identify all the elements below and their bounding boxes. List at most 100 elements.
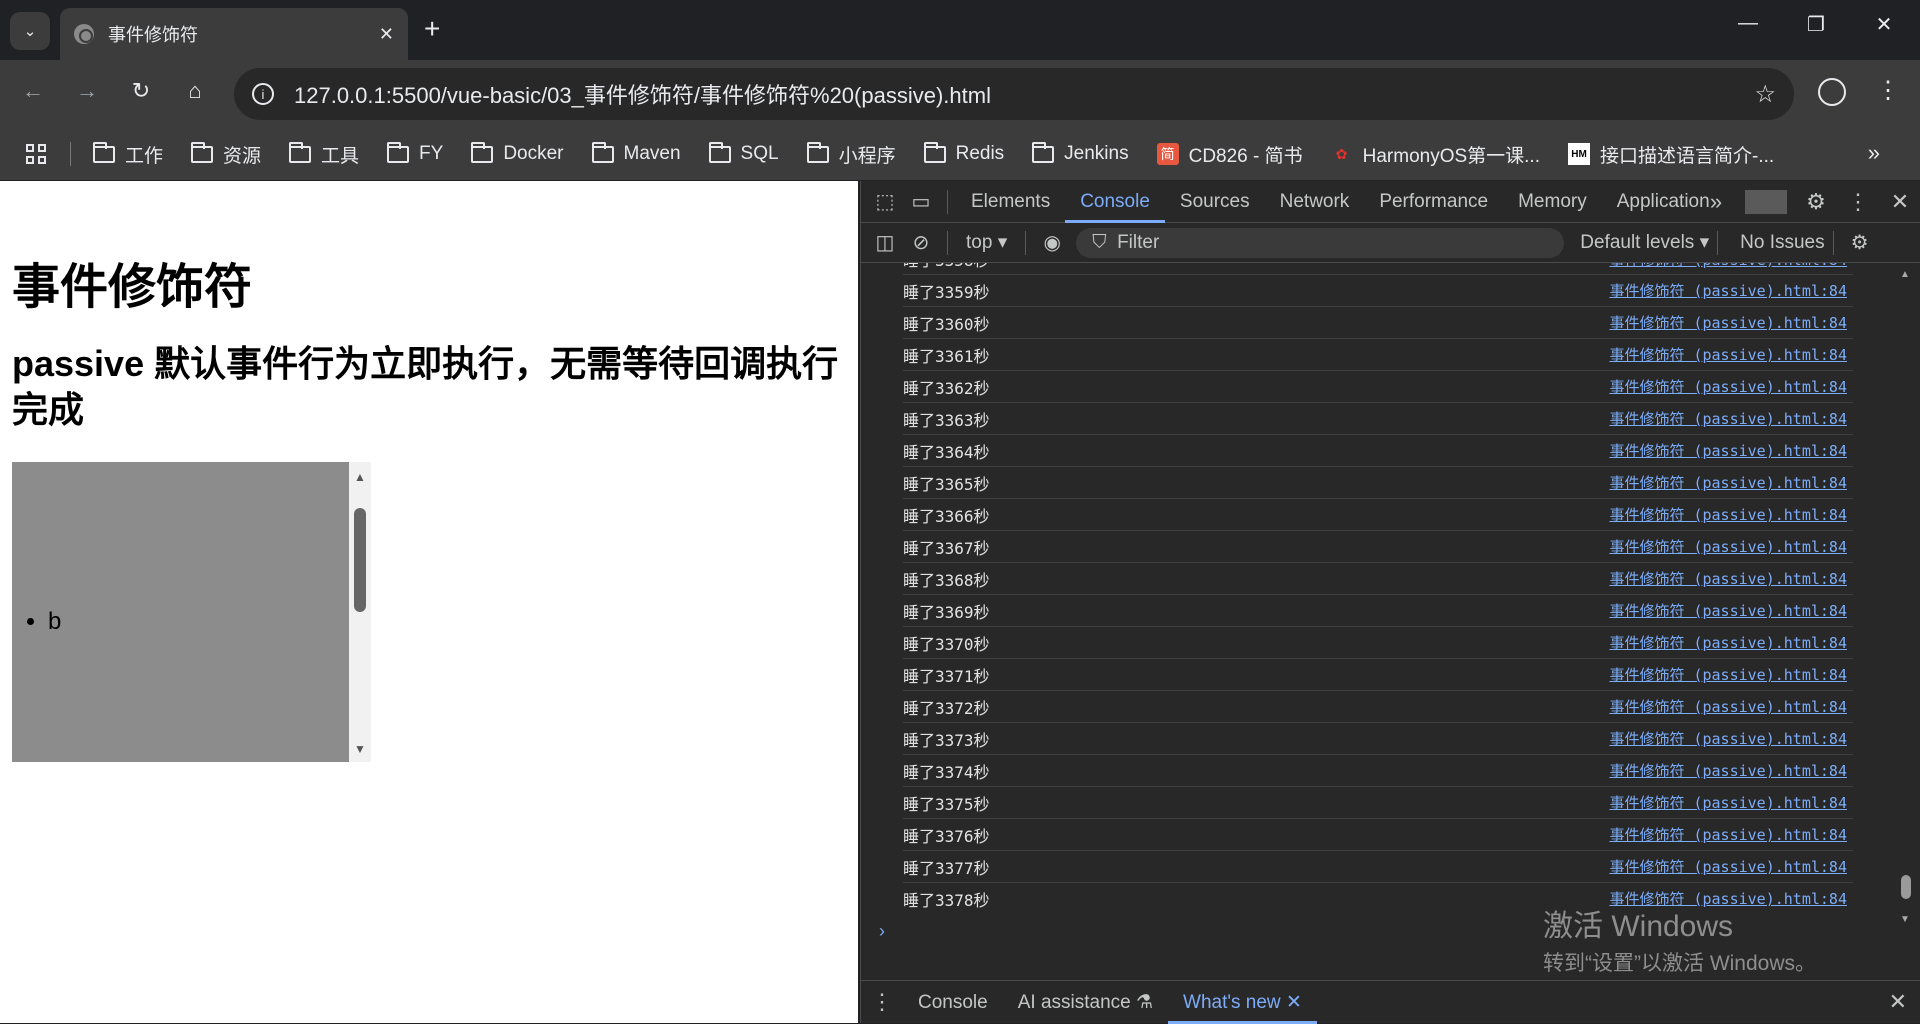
restore-icon[interactable]: ❐ [1796, 12, 1836, 37]
log-source-link[interactable]: 事件修饰符 (passive).html:84 [1609, 856, 1847, 877]
context-selector[interactable]: top ▾ [956, 231, 1017, 254]
log-source-link[interactable]: 事件修饰符 (passive).html:84 [1609, 344, 1847, 365]
tab-memory[interactable]: Memory [1503, 181, 1602, 223]
bookmark-folder[interactable]: Docker [471, 141, 564, 165]
log-source-link[interactable]: 事件修饰符 (passive).html:84 [1609, 696, 1847, 717]
url-text[interactable]: 127.0.0.1:5500/vue-basic/03_事件修饰符/事件修饰符%… [294, 78, 1754, 110]
console-filter-input[interactable]: ⛉ Filter [1076, 227, 1565, 258]
back-icon[interactable]: ← [18, 78, 48, 104]
console-settings-icon[interactable]: ⚙ [1842, 230, 1878, 255]
scrollbar-thumb[interactable] [354, 508, 366, 612]
browser-menu-icon[interactable]: ⋮ [1876, 76, 1900, 105]
log-source-link[interactable]: 事件修饰符 (passive).html:84 [1609, 472, 1847, 493]
console-row: 睡了3370秒 事件修饰符 (passive).html:84 [903, 627, 1853, 659]
bookmark-site[interactable]: ✿ HarmonyOS第一课... [1331, 141, 1540, 168]
issues-counter[interactable]: No Issues [1740, 232, 1824, 254]
tab-console[interactable]: Console [1065, 181, 1165, 223]
log-source-link[interactable]: 事件修饰符 (passive).html:84 [1609, 440, 1847, 461]
console-row: 睡了3374秒 事件修饰符 (passive).html:84 [903, 755, 1853, 787]
tab-network[interactable]: Network [1265, 181, 1365, 223]
more-bookmarks-icon[interactable]: » [1868, 140, 1880, 166]
bookmark-folder[interactable]: 工具 [289, 141, 359, 168]
close-tab-icon[interactable]: ✕ [379, 24, 394, 45]
list-scrollbar[interactable] [349, 462, 371, 762]
log-source-link[interactable]: 事件修饰符 (passive).html:84 [1609, 312, 1847, 333]
scroll-up-icon[interactable]: ▲ [1900, 269, 1910, 280]
divider [1025, 230, 1027, 255]
log-source-link[interactable]: 事件修饰符 (passive).html:84 [1609, 728, 1847, 749]
scrollable-list[interactable]: b [12, 462, 349, 762]
inspect-element-icon[interactable]: ⬚ [867, 189, 903, 214]
site-info-icon[interactable]: i [252, 83, 274, 105]
apps-grid-icon[interactable] [26, 144, 46, 164]
new-tab-plus-icon[interactable]: + [424, 14, 440, 44]
log-source-link[interactable]: 事件修饰符 (passive).html:84 [1609, 632, 1847, 653]
console-prompt-icon[interactable]: › [879, 921, 885, 942]
log-source-link[interactable]: 事件修饰符 (passive).html:84 [1609, 408, 1847, 429]
log-source-link[interactable]: 事件修饰符 (passive).html:84 [1609, 568, 1847, 589]
console-row: 睡了3364秒 事件修饰符 (passive).html:84 [903, 435, 1853, 467]
bookmark-star-icon[interactable]: ☆ [1754, 80, 1776, 109]
reload-icon[interactable]: ↻ [126, 78, 156, 104]
log-source-link[interactable]: 事件修饰符 (passive).html:84 [1609, 280, 1847, 301]
bookmark-site[interactable]: 简 CD826 - 简书 [1156, 141, 1303, 168]
log-source-link[interactable]: 事件修饰符 (passive).html:84 [1609, 536, 1847, 557]
bookmark-folder[interactable]: Maven [591, 141, 681, 165]
log-levels-dropdown[interactable]: Default levels ▾ [1580, 231, 1709, 254]
close-tab-icon[interactable]: ✕ [1286, 992, 1302, 1013]
log-source-link[interactable]: 事件修饰符 (passive).html:84 [1609, 792, 1847, 813]
console-scrollbar[interactable]: ▲ ▼ [1900, 269, 1911, 925]
log-source-link[interactable]: 事件修饰符 (passive).html:84 [1609, 263, 1847, 270]
folder-icon [806, 141, 829, 163]
sidebar-toggle-icon[interactable]: ◫ [867, 230, 903, 255]
log-message: 睡了3378秒 [903, 890, 990, 910]
tab-search-chevron-icon[interactable]: ⌄ [10, 12, 50, 50]
log-source-link[interactable]: 事件修饰符 (passive).html:84 [1609, 824, 1847, 845]
devtools-panel: ⬚ ▭ Elements Console Sources Network Per… [860, 181, 1920, 1024]
log-source-link[interactable]: 事件修饰符 (passive).html:84 [1609, 664, 1847, 685]
more-tabs-icon[interactable]: » [1695, 189, 1737, 215]
log-source-link[interactable]: 事件修饰符 (passive).html:84 [1609, 376, 1847, 397]
minimize-icon[interactable]: — [1728, 12, 1768, 35]
folder-icon [471, 141, 494, 163]
tab-performance[interactable]: Performance [1364, 181, 1503, 223]
bookmark-folder[interactable]: 资源 [191, 141, 261, 168]
browser-tab[interactable]: 事件修饰符 ✕ [60, 8, 408, 60]
devtools-menu-icon[interactable]: ⋮ [1837, 189, 1879, 215]
bookmark-folder[interactable]: Redis [923, 141, 1004, 165]
drawer-menu-icon[interactable]: ⋮ [861, 989, 903, 1015]
settings-gear-icon[interactable]: ⚙ [1795, 189, 1837, 215]
bookmark-folder[interactable]: 小程序 [806, 141, 896, 168]
address-bar[interactable]: i 127.0.0.1:5500/vue-basic/03_事件修饰符/事件修饰… [234, 68, 1794, 120]
forward-icon[interactable]: → [72, 78, 102, 104]
profile-avatar-icon[interactable] [1818, 78, 1846, 106]
log-source-link[interactable]: 事件修饰符 (passive).html:84 [1609, 760, 1847, 781]
tab-elements[interactable]: Elements [956, 181, 1065, 223]
bookmark-folder[interactable]: 工作 [93, 141, 163, 168]
log-source-link[interactable]: 事件修饰符 (passive).html:84 [1609, 504, 1847, 525]
live-expression-eye-icon[interactable]: ◉ [1034, 230, 1070, 255]
window-close-icon[interactable]: ✕ [1864, 12, 1904, 37]
scroll-down-icon[interactable]: ▼ [1900, 914, 1910, 925]
scroll-up-icon[interactable]: ▲ [354, 470, 366, 484]
home-icon[interactable]: ⌂ [180, 78, 210, 104]
close-devtools-icon[interactable]: ✕ [1879, 189, 1920, 215]
scroll-down-icon[interactable]: ▼ [354, 742, 366, 756]
bookmark-folder[interactable]: SQL [708, 141, 779, 165]
bookmark-folder[interactable]: FY [387, 141, 443, 165]
device-toggle-icon[interactable]: ▭ [903, 189, 939, 214]
log-message: 睡了3371秒 [903, 666, 990, 686]
drawer-tab-whats-new[interactable]: What's new ✕ [1168, 981, 1317, 1024]
tab-sources[interactable]: Sources [1165, 181, 1265, 223]
drawer-tab-console[interactable]: Console [903, 981, 1003, 1024]
drawer-tab-ai-assistance[interactable]: AI assistance ⚗ [1003, 981, 1168, 1024]
clear-console-icon[interactable]: ⊘ [903, 230, 939, 255]
bookmark-site[interactable]: HM 接口描述语言简介-... [1568, 141, 1774, 168]
bookmark-folder[interactable]: Jenkins [1032, 141, 1129, 165]
globe-icon [74, 24, 94, 44]
console-scroll-thumb[interactable] [1901, 875, 1911, 899]
watermark-subtitle: 转到“设置”以激活 Windows。 [1543, 952, 1817, 975]
close-drawer-icon[interactable]: ✕ [1889, 989, 1907, 1015]
page-subheading: passive 默认事件行为立即执行，无需等待回调执行完成 [12, 343, 839, 430]
log-source-link[interactable]: 事件修饰符 (passive).html:84 [1609, 600, 1847, 621]
